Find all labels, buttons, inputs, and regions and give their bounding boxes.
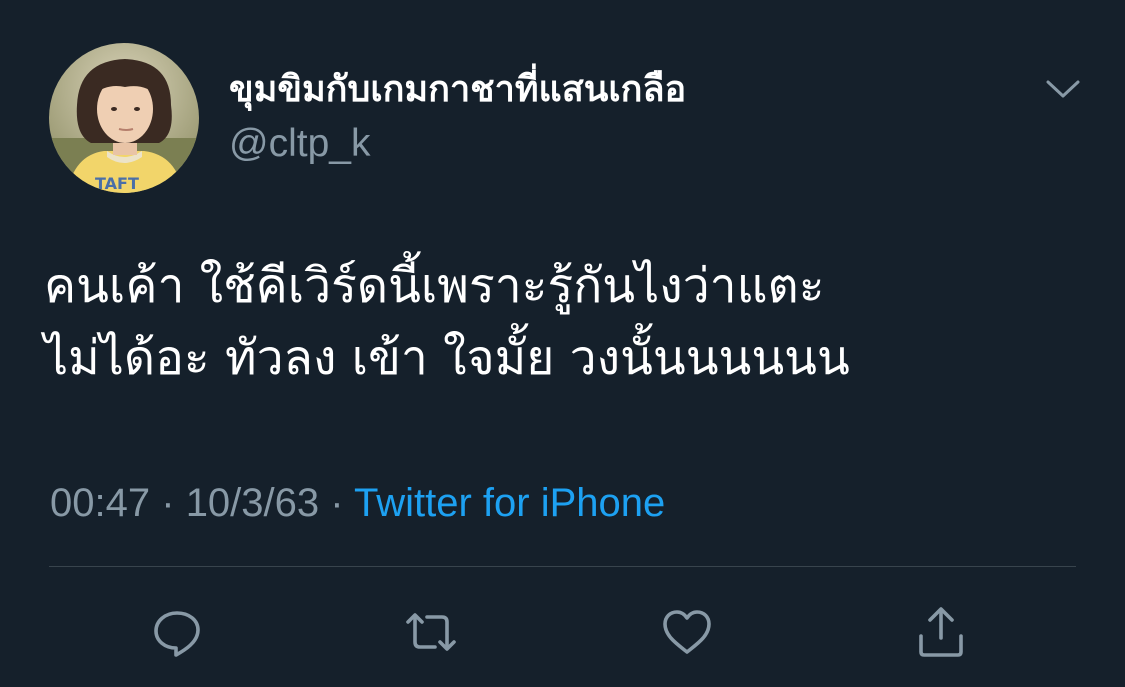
divider xyxy=(49,566,1076,567)
tweet-text-line: ไม่ได้อะ ทัวลง เข้า ใจมั้ย วงนั้นนนนนน xyxy=(44,330,850,386)
share-icon xyxy=(919,607,963,657)
tweet-text: คนเค้า ใช้คีเวิร์ดนี้เพราะรู้กันไงว่าแตะ… xyxy=(44,250,1094,394)
retweet-icon xyxy=(406,613,456,651)
retweet-button[interactable] xyxy=(401,601,461,663)
reply-icon xyxy=(154,611,200,657)
meta-separator: · xyxy=(161,481,175,525)
tweet-source-link[interactable]: Twitter for iPhone xyxy=(354,481,665,525)
avatar[interactable]: TAFT xyxy=(49,43,199,193)
svg-text:TAFT: TAFT xyxy=(95,174,139,193)
display-name[interactable]: ขุมขิมกับเกมกาชาที่แสนเกลือ xyxy=(229,66,686,114)
like-button[interactable] xyxy=(657,601,717,663)
tweet-date: 10/3/63 xyxy=(185,481,320,525)
avatar-image: TAFT xyxy=(49,43,199,193)
user-handle[interactable]: @cltp_k xyxy=(229,121,370,167)
chevron-down-icon[interactable] xyxy=(1038,70,1088,110)
meta-separator: · xyxy=(330,481,344,525)
tweet-time: 00:47 xyxy=(50,481,151,525)
tweet-card: TAFT ขุมขิมกับเกมกาชาที่แสนเกลือ @cltp_k… xyxy=(0,0,1125,687)
share-button[interactable] xyxy=(911,601,971,663)
heart-icon xyxy=(663,610,711,654)
tweet-text-line: คนเค้า ใช้คีเวิร์ดนี้เพราะรู้กันไงว่าแตะ xyxy=(44,258,825,314)
tweet-meta: 00:47 · 10/3/63 · Twitter for iPhone xyxy=(50,478,665,528)
reply-button[interactable] xyxy=(147,601,207,663)
